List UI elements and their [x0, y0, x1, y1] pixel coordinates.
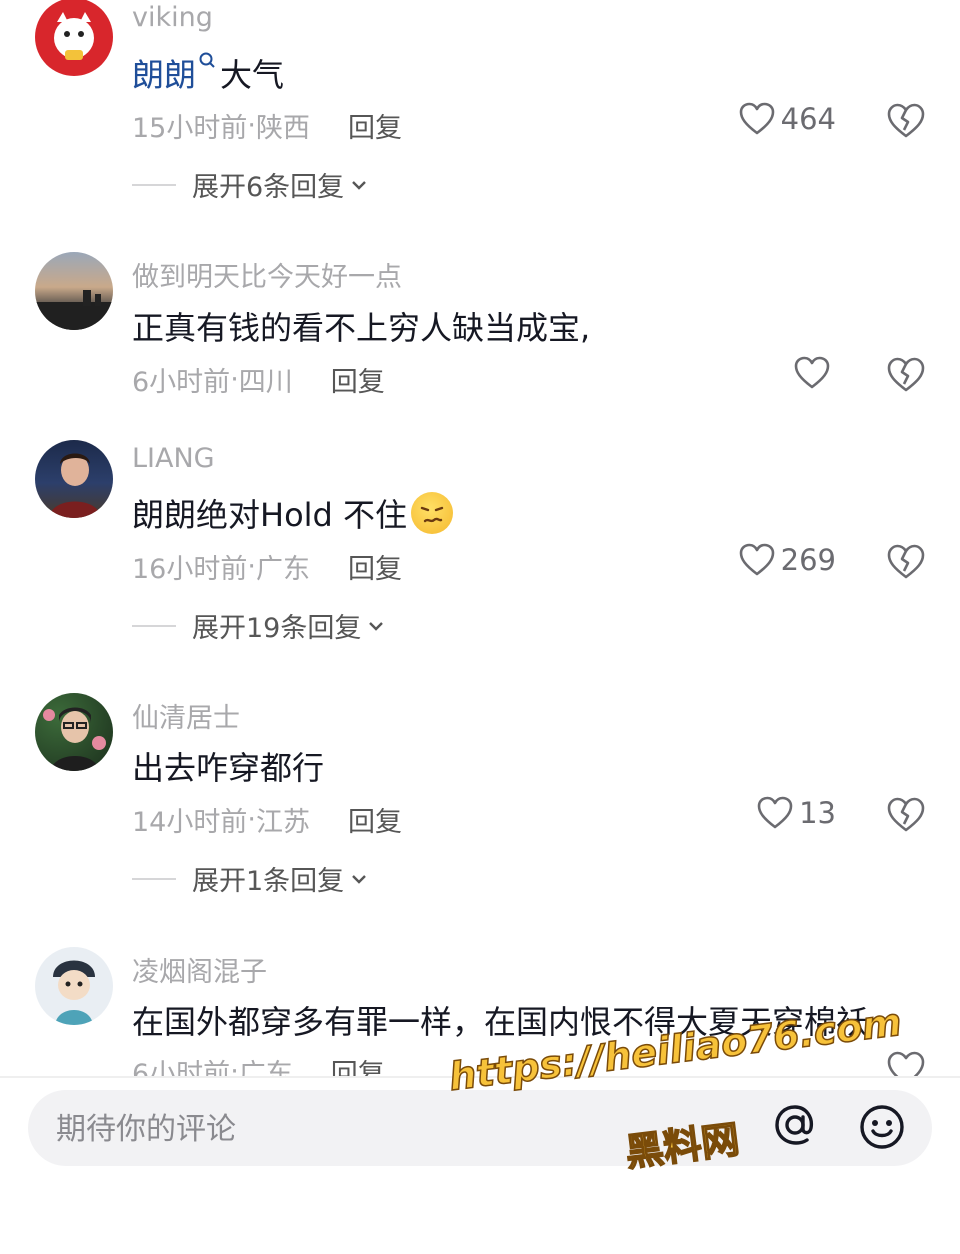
meta-separator: ·: [230, 1056, 239, 1076]
comment-input[interactable]: [54, 1104, 438, 1154]
smiley-face-icon[interactable]: [858, 1103, 906, 1151]
comment-meta: 6小时前 · 广东 回复: [132, 1052, 385, 1076]
reply-button[interactable]: 回复: [331, 1052, 385, 1076]
cartoon-avatar-image: [53, 960, 95, 1025]
broken-heart-icon[interactable]: [886, 1050, 926, 1076]
comment-time: 6小时前: [132, 1059, 231, 1076]
at-sign-icon[interactable]: [770, 1100, 820, 1150]
comment-item: 凌烟阁混子 在国外都穿多有罪一样，在国内恨不得大夏天穿棉袄 6小时前 · 广东 …: [0, 0, 960, 1076]
comment-username[interactable]: 凌烟阁混子: [132, 950, 267, 989]
comment-location: 广东: [238, 1059, 293, 1076]
avatar[interactable]: [35, 947, 113, 1025]
